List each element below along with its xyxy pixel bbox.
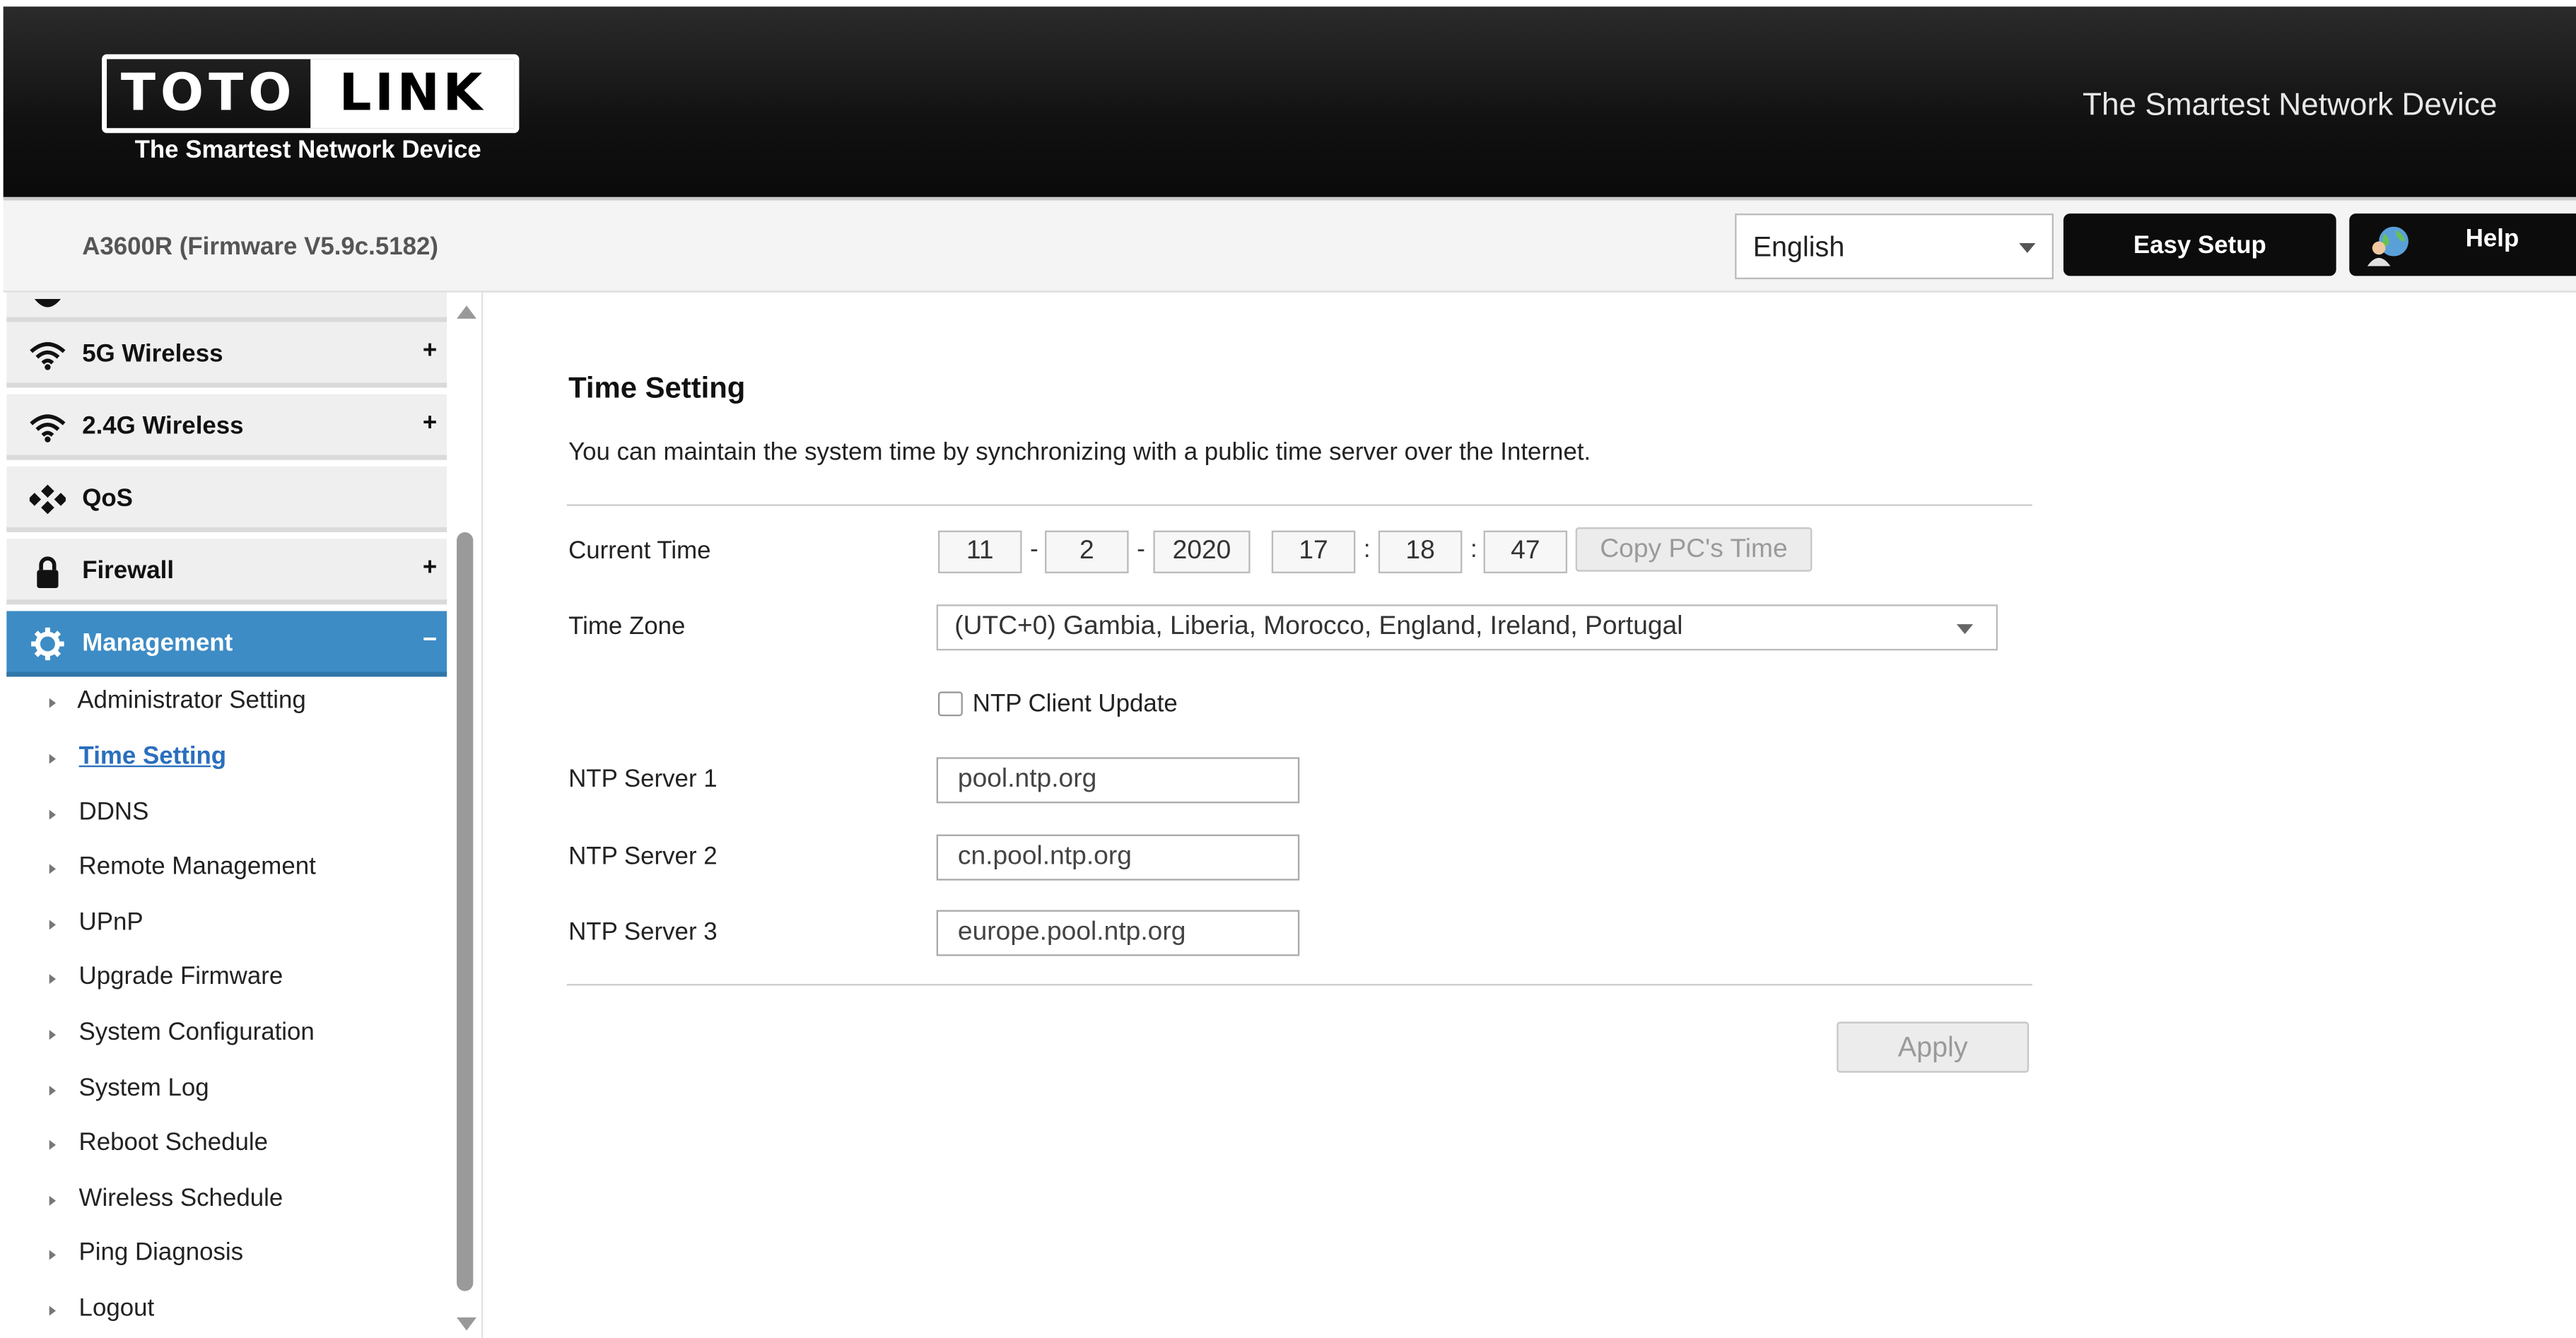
sidebar-item-label: 2.4G Wireless (82, 412, 244, 440)
submenu-label: Wireless Schedule (78, 1184, 283, 1213)
ntp-client-label: NTP Client Update (972, 690, 1178, 718)
wifi-icon (30, 414, 66, 442)
time-zone-select[interactable]: (UTC+0) Gambia, Liberia, Morocco, Englan… (936, 604, 1998, 651)
language-select[interactable]: English (1735, 213, 2054, 280)
page-title: Time Setting (568, 371, 746, 404)
partial-icon (34, 298, 61, 307)
bullet-icon (49, 1305, 57, 1316)
date-separator: - (1030, 535, 1038, 564)
expand-icon: + (422, 336, 438, 365)
easy-setup-button[interactable]: Easy Setup (2063, 213, 2336, 276)
current-time-label: Current Time (568, 536, 711, 565)
bullet-icon (49, 1030, 57, 1040)
submenu-label: DDNS (78, 798, 149, 826)
bullet-icon (49, 1086, 57, 1096)
collapse-icon: − (422, 626, 438, 654)
header-tagline: The Smartest Network Device (2082, 88, 2498, 124)
sidebar-item-24g-wireless[interactable]: 2.4G Wireless + (6, 394, 447, 460)
sidebar-scrollbar[interactable] (453, 305, 476, 1331)
sidebar-item-partial[interactable] (6, 292, 447, 322)
chevron-down-icon (1956, 624, 1974, 635)
bullet-icon (49, 864, 57, 874)
month-field[interactable]: 11 (938, 530, 1022, 574)
ntp-server-2-input[interactable]: cn.pool.ntp.org (936, 834, 1300, 881)
sidebar-item-label: QoS (82, 484, 133, 513)
divider (566, 984, 2032, 986)
time-separator: : (1363, 535, 1371, 564)
help-globe-icon (2367, 226, 2408, 266)
day-field[interactable]: 2 (1045, 530, 1129, 574)
bullet-icon (49, 1250, 57, 1260)
help-button[interactable]: Help (2349, 213, 2576, 276)
scroll-thumb[interactable] (457, 532, 474, 1291)
sidebar-item-label: Management (82, 629, 233, 657)
hour-field[interactable]: 17 (1271, 530, 1356, 574)
lock-icon (37, 556, 59, 588)
model-firmware-label: A3600R (Firmware V5.9c.5182) (82, 233, 439, 262)
submenu-label: Reboot Schedule (78, 1128, 269, 1157)
ntp-client-checkbox[interactable] (938, 691, 963, 717)
time-zone-label: Time Zone (568, 612, 686, 641)
expand-icon: + (422, 553, 438, 582)
scroll-up-arrow-icon[interactable] (457, 305, 476, 319)
scroll-down-arrow-icon[interactable] (457, 1317, 476, 1331)
logo-text-left: TOTO (120, 64, 297, 124)
totolink-logo: TOTO LINK (102, 54, 520, 134)
year-field[interactable]: 2020 (1153, 530, 1251, 574)
copy-pc-time-button[interactable]: Copy PC's Time (1575, 527, 1813, 572)
apply-button[interactable]: Apply (1837, 1021, 2030, 1073)
bullet-icon (49, 753, 57, 764)
submenu-label: Upgrade Firmware (78, 962, 283, 991)
router-admin-page: TOTO LINK The Smartest Network Device Th… (0, 0, 2576, 1338)
bullet-icon (49, 920, 57, 930)
sidebar-item-firewall[interactable]: Firewall + (6, 539, 447, 605)
submenu-label: Administrator Setting (77, 686, 306, 715)
submenu-label: Logout (78, 1294, 155, 1322)
sidebar-item-management[interactable]: Management − (6, 611, 447, 677)
sidebar-item-5g-wireless[interactable]: 5G Wireless + (6, 322, 447, 388)
sidebar-item-label: Firewall (82, 556, 175, 585)
wifi-icon (30, 342, 66, 370)
page-description: You can maintain the system time by sync… (568, 438, 1591, 467)
logo-tagline: The Smartest Network Device (134, 136, 481, 165)
submenu-label: Remote Management (78, 852, 316, 881)
divider (566, 504, 2032, 506)
top-bar: A3600R (Firmware V5.9c.5182) English Eas… (3, 196, 2576, 293)
sidebar-item-qos[interactable]: QoS (6, 466, 447, 532)
bullet-icon (49, 698, 57, 708)
main-content: Time Setting You can maintain the system… (485, 293, 2576, 1338)
bullet-icon (49, 1139, 57, 1150)
ntp-server-3-input[interactable]: europe.pool.ntp.org (936, 910, 1300, 956)
ntp-server-3-label: NTP Server 3 (568, 918, 718, 946)
chevron-down-icon (2019, 242, 2036, 253)
minute-field[interactable]: 18 (1378, 530, 1463, 574)
date-separator: - (1137, 535, 1145, 564)
expand-icon: + (422, 409, 438, 438)
help-label: Help (2465, 224, 2519, 252)
gear-icon (31, 627, 64, 661)
ntp-server-2-label: NTP Server 2 (568, 843, 718, 871)
sidebar-item-label: 5G Wireless (82, 340, 223, 368)
qos-icon (29, 484, 66, 515)
second-field[interactable]: 47 (1483, 530, 1568, 574)
header-banner: TOTO LINK The Smartest Network Device Th… (3, 6, 2576, 197)
submenu-label: Time Setting (78, 742, 227, 770)
bullet-icon (49, 809, 57, 820)
submenu-label: Ping Diagnosis (78, 1238, 244, 1267)
submenu-label: UPnP (78, 908, 144, 937)
logo-text-right: LINK (310, 59, 515, 129)
bullet-icon (49, 974, 57, 985)
time-zone-value: (UTC+0) Gambia, Liberia, Morocco, Englan… (954, 612, 1683, 641)
submenu-label: System Log (78, 1074, 209, 1103)
language-value: English (1752, 231, 1845, 263)
ntp-server-1-label: NTP Server 1 (568, 765, 718, 794)
bullet-icon (49, 1195, 57, 1206)
time-separator: : (1470, 535, 1477, 564)
submenu-label: System Configuration (78, 1018, 315, 1047)
ntp-server-1-input[interactable]: pool.ntp.org (936, 757, 1300, 804)
sidebar: 5G Wireless + 2.4G Wireless + QoS Firewa… (3, 292, 484, 1338)
